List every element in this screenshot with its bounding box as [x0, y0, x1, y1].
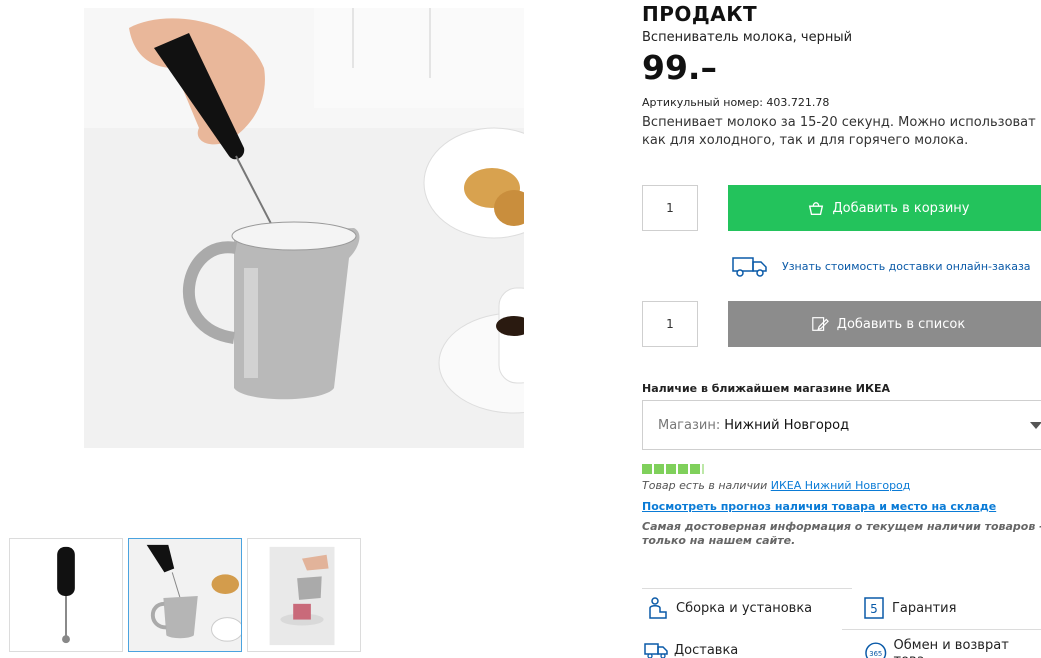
thumbnail-jug-image — [129, 539, 241, 651]
service-delivery[interactable]: Доставка — [644, 638, 738, 658]
stock-forecast-link[interactable]: Посмотреть прогноз наличия товара и мест… — [642, 500, 996, 513]
warranty-badge-icon: 5 — [864, 597, 884, 619]
bag-icon — [808, 202, 823, 215]
thumbnail-frother-image — [10, 539, 122, 651]
service-assembly[interactable]: Сборка и установка — [646, 596, 812, 620]
stock-status: Товар есть в наличии ИКЕА Нижний Новгоро… — [642, 479, 910, 492]
truck-icon — [732, 257, 767, 277]
list-quantity-input[interactable]: 1 — [642, 301, 698, 347]
delivery-cost-link[interactable]: Узнать стоимость доставки онлайн-заказа — [732, 254, 1031, 278]
warranty-badge-number: 5 — [870, 602, 878, 616]
thumbnail-pouring-image — [248, 539, 360, 651]
cart-quantity-input[interactable]: 1 — [642, 185, 698, 231]
returns-badge-icon: 365 — [865, 642, 887, 658]
service-warranty-label: Гарантия — [892, 600, 957, 616]
thumbnail-frother[interactable] — [9, 538, 123, 652]
chevron-down-icon — [1030, 422, 1041, 429]
stock-segment — [642, 464, 652, 474]
product-price: 99.– — [642, 48, 717, 87]
product-info-column: ПРОДАКТ Вспениватель молока, черный 99.–… — [642, 0, 1041, 658]
add-to-cart-button[interactable]: Добавить в корзину — [728, 185, 1041, 231]
store-availability-heading: Наличие в ближайшем магазине ИКЕА — [642, 382, 891, 395]
store-select-label: Магазин: — [658, 417, 721, 433]
article-number: Артикульный номер: 403.721.78 — [642, 96, 830, 109]
add-to-cart-label: Добавить в корзину — [832, 200, 970, 216]
assembly-person-icon — [649, 597, 667, 619]
thumbnail-jug[interactable] — [128, 538, 242, 652]
product-description: Вспенивает молоко за 15-20 секунд. Можно… — [642, 115, 1036, 148]
add-to-list-label: Добавить в список — [836, 316, 966, 332]
stock-segment — [690, 464, 700, 474]
add-to-list-button[interactable]: Добавить в список — [728, 301, 1041, 347]
availability-note: Самая достоверная информация о текущем н… — [642, 520, 1041, 547]
edit-list-icon — [811, 317, 829, 331]
stock-segment — [654, 464, 664, 474]
service-returns-label: Обмен и возврат това — [893, 638, 1009, 658]
returns-badge-number: 365 — [869, 650, 882, 658]
product-name: ПРОДАКТ — [642, 2, 758, 26]
thumbnail-pouring[interactable] — [247, 538, 361, 652]
stock-level-indicator — [642, 464, 704, 474]
store-select-value: Нижний Новгород — [724, 417, 850, 433]
stock-segment-end — [702, 464, 704, 474]
milk-frother-photo — [84, 8, 524, 448]
service-delivery-label: Доставка — [674, 642, 739, 658]
stock-status-text: Товар есть в наличии — [642, 479, 768, 492]
truck-icon — [644, 643, 668, 658]
main-product-image[interactable] — [84, 8, 524, 448]
service-returns[interactable]: 365 Обмен и возврат това — [864, 638, 1041, 658]
store-select[interactable]: Магазин: Нижний Новгород — [642, 400, 1041, 450]
service-assembly-label: Сборка и установка — [676, 600, 813, 616]
service-warranty[interactable]: 5 Гарантия — [862, 596, 956, 620]
divider — [642, 588, 852, 589]
divider — [842, 629, 1041, 630]
stock-segment — [678, 464, 688, 474]
stock-segment — [666, 464, 676, 474]
product-subtitle: Вспениватель молока, черный — [642, 30, 853, 45]
store-link[interactable]: ИКЕА Нижний Новгород — [771, 479, 911, 492]
delivery-cost-label: Узнать стоимость доставки онлайн-заказа — [782, 259, 1031, 273]
